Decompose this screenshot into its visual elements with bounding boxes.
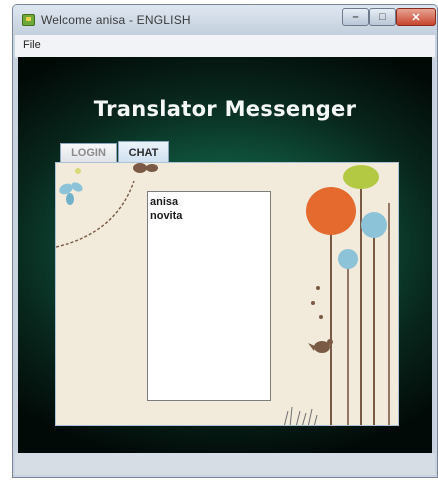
menu-bar: File (15, 35, 435, 58)
menu-file[interactable]: File (23, 39, 41, 51)
bird-icon (308, 339, 333, 353)
user-list[interactable]: anisa novita (147, 191, 271, 401)
butterfly-icon (133, 163, 158, 173)
tab-login[interactable]: LOGIN (60, 143, 117, 162)
tree-illustration (306, 165, 390, 425)
minimize-button[interactable]: – (342, 8, 369, 26)
list-item[interactable]: anisa (148, 195, 270, 209)
app-icon (22, 14, 35, 26)
app-heading: Translator Messenger (93, 97, 357, 121)
app-window: Welcome anisa - ENGLISH – □ ✕ File Trans… (12, 4, 438, 478)
chat-panel: anisa novita (55, 162, 399, 426)
music-notes-icon (311, 286, 323, 319)
close-button[interactable]: ✕ (396, 8, 436, 26)
grass-icon (283, 406, 318, 425)
list-item[interactable]: novita (148, 209, 270, 223)
tab-chat[interactable]: CHAT (118, 141, 169, 163)
maximize-button[interactable]: □ (369, 8, 396, 26)
main-content: Translator Messenger LOGIN CHAT anisa no… (18, 57, 432, 453)
butterfly-icon (59, 168, 83, 205)
window-title: Welcome anisa - ENGLISH (41, 13, 191, 27)
window-footer (15, 453, 435, 475)
title-bar[interactable]: Welcome anisa - ENGLISH – □ ✕ (13, 5, 437, 35)
